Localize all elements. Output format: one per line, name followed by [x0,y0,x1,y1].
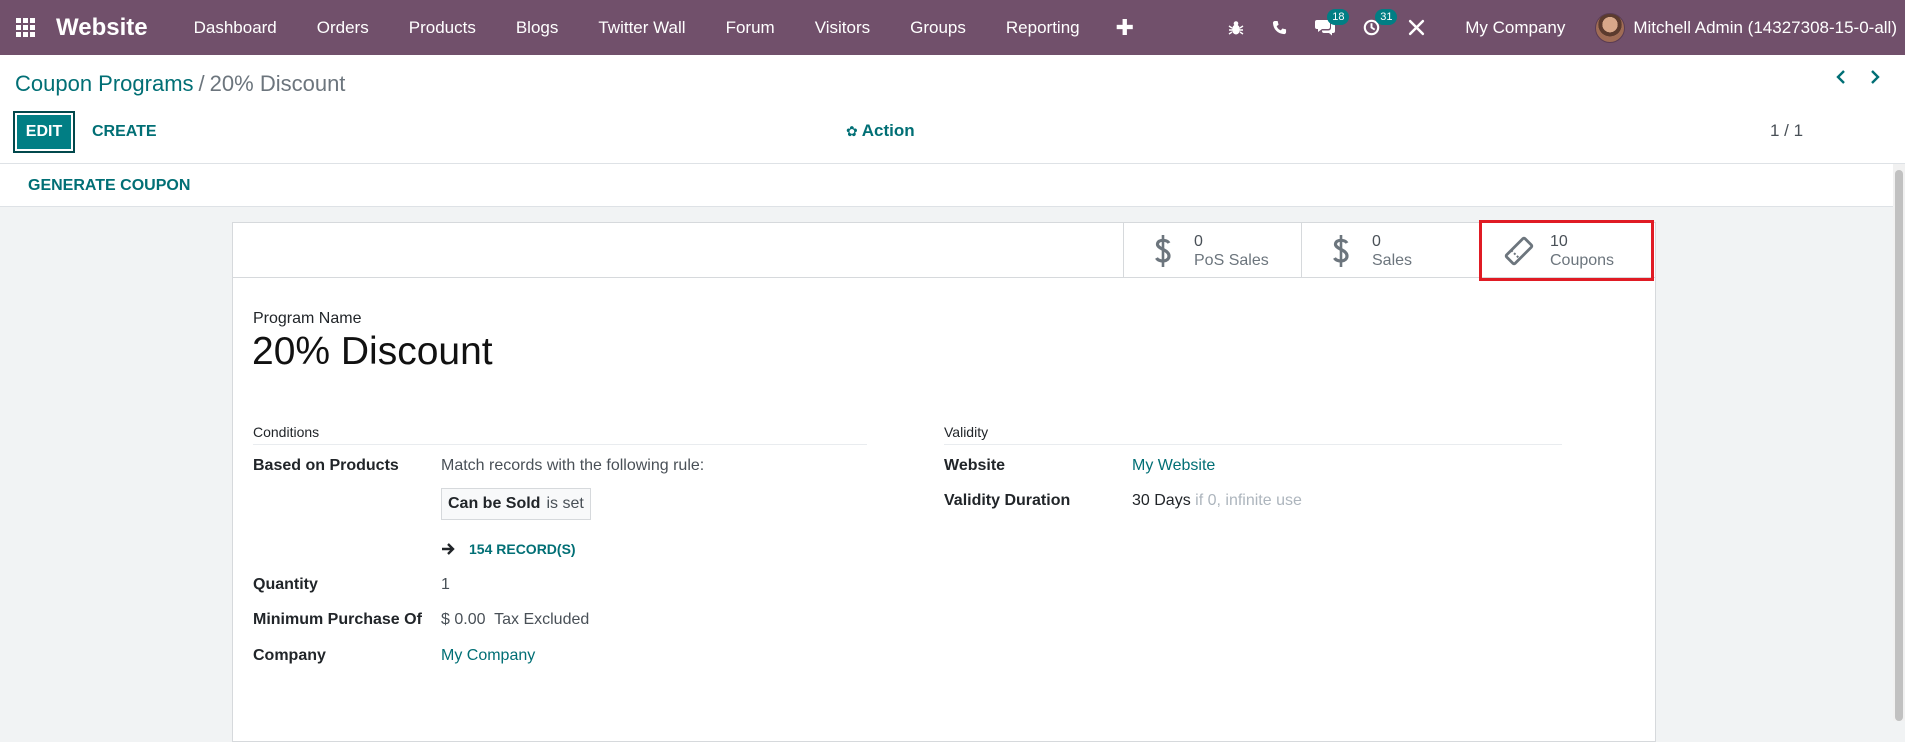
website-link[interactable]: My Website [1132,457,1215,475]
avatar [1595,12,1626,43]
edit-button[interactable]: EDIT [13,111,75,153]
rule-field: Can be Sold [448,495,541,512]
records-link[interactable]: 154 RECORD(S) [441,541,576,557]
top-navbar: Website Dashboard Orders Products Blogs … [0,0,1905,55]
rule-operator: is set [546,495,584,512]
menu-dashboard[interactable]: Dashboard [174,18,297,38]
pager-next-button[interactable] [1865,66,1885,88]
breadcrumb-current: 20% Discount [209,71,346,96]
validity-group-title: Validity [944,424,1562,445]
sales-label: Sales [1372,251,1413,269]
pager-previous-button[interactable] [1831,66,1851,88]
menu-orders[interactable]: Orders [297,18,389,38]
validity-duration-label: Validity Duration [944,492,1071,509]
pos-sales-count: 0 [1194,232,1203,250]
control-panel: Coupon Programs/20% Discount EDIT CREATE… [0,55,1905,164]
dollar-icon [1324,234,1358,268]
action-label: Action [861,121,915,140]
user-menu[interactable]: Mitchell Admin (14327308-15-0-all) [1595,12,1905,43]
app-brand[interactable]: Website [56,14,148,42]
breadcrumb-coupon-programs[interactable]: Coupon Programs [15,71,194,96]
menu-twitter-wall[interactable]: Twitter Wall [578,18,705,38]
dollar-icon [1146,234,1180,268]
domain-rule-text: Match records with the following rule: [441,457,705,474]
based-on-products-label: Based on Products [253,457,399,474]
chevron-left-icon [1836,70,1845,84]
bug-icon[interactable] [1214,20,1258,36]
pos-sales-smart-button[interactable]: 0 PoS Sales [1123,223,1301,278]
company-label: Company [253,647,326,664]
messages-badge: 18 [1327,9,1350,25]
website-label: Website [944,457,1006,474]
menu-reporting[interactable]: Reporting [986,18,1100,38]
main-menu: Dashboard Orders Products Blogs Twitter … [174,15,1150,41]
quantity-value: 1 [441,576,450,593]
minimum-purchase-amount: $ 0.00 [441,611,486,628]
validity-duration: 30 Days [1132,492,1191,509]
minimum-purchase-label: Minimum Purchase Of [253,611,422,628]
coupons-highlight-box [1479,220,1654,281]
clock-icon[interactable]: 31 [1349,9,1398,36]
arrow-right-icon [441,542,455,556]
menu-groups[interactable]: Groups [890,18,986,38]
program-name: 20% Discount [252,330,493,373]
generate-coupon-button[interactable]: GENERATE COUPON [16,164,202,207]
apps-menu-icon[interactable] [0,0,50,55]
pager-value[interactable]: 1 / 1 [1770,121,1803,141]
minimum-purchase-value: $ 0.00 Tax Excluded [441,611,589,629]
phone-icon[interactable] [1258,20,1301,35]
smart-button-box: 0 PoS Sales 0 Sales 10 Coupons [233,223,1655,278]
form-statusbar: GENERATE COUPON [0,164,1893,207]
menu-visitors[interactable]: Visitors [795,18,890,38]
sales-smart-button[interactable]: 0 Sales [1301,223,1479,278]
scrollbar-thumb[interactable] [1895,170,1903,721]
breadcrumb: Coupon Programs/20% Discount [15,71,345,97]
company-link[interactable]: My Company [441,647,535,665]
menu-products[interactable]: Products [389,18,496,38]
systray: 18 31 My Company Mitchell Admin (1432730… [1214,0,1905,55]
domain-rule-chip: Can be Sold is set [441,488,591,520]
conditions-group-title: Conditions [253,424,867,445]
pos-sales-label: PoS Sales [1194,251,1269,269]
tax-mode: Tax Excluded [494,611,590,628]
company-switcher[interactable]: My Company [1439,18,1595,38]
chat-icon[interactable]: 18 [1301,9,1350,36]
program-name-label: Program Name [253,310,362,327]
plus-icon[interactable]: ✚ [1100,15,1150,41]
validity-duration-value: 30 Days if 0, infinite use [1132,492,1302,510]
create-button[interactable]: CREATE [82,111,167,153]
records-count: 154 RECORD(S) [469,541,576,557]
menu-blogs[interactable]: Blogs [496,18,579,38]
chevron-right-icon [1871,70,1880,84]
tools-icon[interactable] [1394,19,1439,36]
sales-count: 0 [1372,232,1381,250]
action-menu[interactable]: ✿ Action [846,121,915,141]
validity-duration-hint: if 0, infinite use [1195,492,1302,509]
menu-forum[interactable]: Forum [706,18,795,38]
breadcrumb-separator: / [198,71,205,96]
user-name: Mitchell Admin (14327308-15-0-all) [1633,17,1897,37]
quantity-label: Quantity [253,576,318,593]
gear-icon: ✿ [846,122,858,139]
